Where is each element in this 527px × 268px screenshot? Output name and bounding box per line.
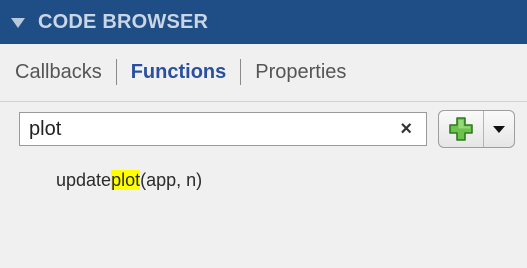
tab-properties[interactable]: Properties	[255, 61, 346, 84]
add-split-button	[438, 110, 515, 148]
tab-separator	[240, 59, 242, 85]
tab-separator	[115, 59, 117, 85]
code-browser-panel: CODE BROWSER Callbacks Functions Propert…	[0, 0, 527, 268]
list-item[interactable]: updateplot(app, n)	[56, 170, 202, 191]
divider	[0, 101, 527, 102]
triangle-down-icon[interactable]	[11, 18, 25, 28]
result-match-highlight: plot	[111, 170, 141, 190]
code-browser-header[interactable]: CODE BROWSER	[0, 0, 527, 44]
search-field[interactable]: ×	[19, 112, 427, 146]
tab-functions[interactable]: Functions	[131, 61, 227, 84]
search-input[interactable]	[20, 113, 390, 145]
result-suffix: (app, n)	[140, 170, 203, 190]
tab-bar: Callbacks Functions Properties	[0, 44, 527, 100]
plus-icon	[449, 117, 473, 141]
panel-title: CODE BROWSER	[38, 10, 209, 33]
tab-callbacks[interactable]: Callbacks	[15, 61, 102, 84]
result-prefix: update	[56, 170, 112, 190]
close-icon[interactable]: ×	[400, 118, 412, 140]
add-dropdown-button[interactable]	[484, 111, 514, 147]
add-button[interactable]	[439, 111, 484, 147]
chevron-down-icon	[493, 125, 505, 133]
